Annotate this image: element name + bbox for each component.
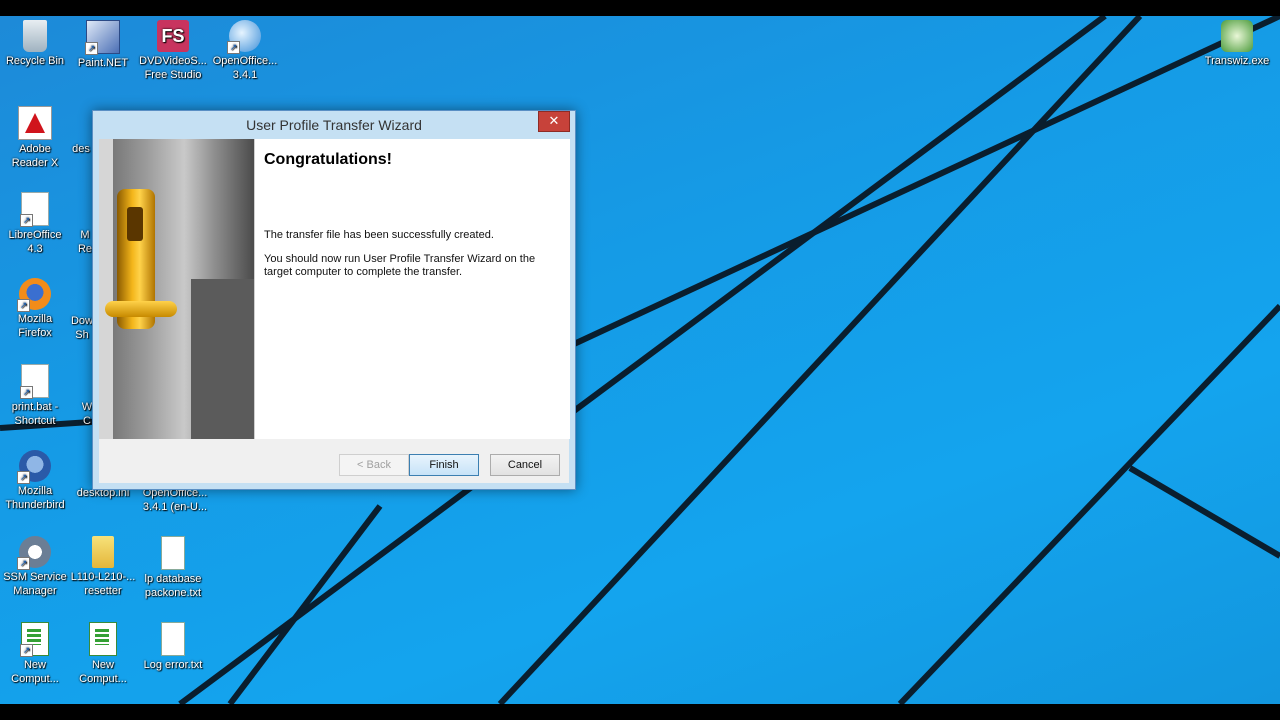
icon-label: Log error.txt xyxy=(143,659,203,671)
icon-label: Transwiz.exe xyxy=(1204,55,1270,67)
desktop-icon-lp-database[interactable]: lp database packone.txt xyxy=(138,536,208,600)
door-handle-lever xyxy=(105,301,177,317)
desktop-icon-adobe-reader[interactable]: Adobe Reader X xyxy=(0,106,70,170)
spreadsheet-icon xyxy=(89,622,117,656)
recycle-bin-icon xyxy=(23,20,47,52)
icon-label: Paint.NET xyxy=(77,57,129,69)
dialog-client-area: Congratulations! The transfer file has b… xyxy=(99,139,570,483)
openoffice-icon xyxy=(227,20,261,54)
desktop-icon-thunderbird[interactable]: Mozilla Thunderbird xyxy=(0,450,70,512)
paint-net-icon xyxy=(85,20,120,55)
door-background xyxy=(191,279,254,439)
icon-label: New Comput... xyxy=(79,659,127,685)
icon-label: Mozilla Firefox xyxy=(17,313,53,339)
desktop-icon-ssm-service-manager[interactable]: SSM Service Manager xyxy=(0,536,70,598)
icon-label: SSM Service Manager xyxy=(3,571,67,597)
desktop-icon-transwiz[interactable]: Transwiz.exe xyxy=(1202,20,1272,68)
icon-label: L110-L210-... resetter xyxy=(70,571,136,597)
icon-label: Recycle Bin xyxy=(5,55,65,67)
libreoffice-icon xyxy=(20,192,49,227)
close-button[interactable]: ✕ xyxy=(538,111,570,132)
firefox-icon xyxy=(17,278,51,312)
desktop: Recycle Bin Paint.NET FS DVDVideoS... Fr… xyxy=(0,16,1280,704)
back-button[interactable]: < Back xyxy=(339,454,409,476)
desktop-icon-resetter-folder[interactable]: L110-L210-... resetter xyxy=(68,536,138,598)
icon-label: OpenOffice... 3.4.1 xyxy=(212,55,278,81)
gear-icon xyxy=(17,536,51,570)
cancel-button[interactable]: Cancel xyxy=(490,454,560,476)
instruction-message: You should now run User Profile Transfer… xyxy=(264,253,536,278)
desktop-icon-libreoffice[interactable]: LibreOffice 4.3 xyxy=(0,192,70,256)
spreadsheet-icon xyxy=(20,622,49,657)
icon-label: DVDVideoS... Free Studio xyxy=(139,55,207,81)
icon-label: LibreOffice 4.3 xyxy=(8,229,62,255)
desktop-icon-log-error[interactable]: Log error.txt xyxy=(138,622,208,672)
icon-label: OpenOffice... 3.4.1 (en-U... xyxy=(142,487,208,513)
desktop-icon-new-computer-2[interactable]: New Comput... xyxy=(68,622,138,686)
desktop-icon-recycle-bin[interactable]: Recycle Bin xyxy=(0,20,70,68)
desktop-icon-firefox[interactable]: Mozilla Firefox xyxy=(0,278,70,340)
wizard-dialog: User Profile Transfer Wizard ✕ Congratul… xyxy=(92,110,576,490)
icon-label: print.bat - Shortcut xyxy=(11,401,59,427)
wizard-content-panel: Congratulations! The transfer file has b… xyxy=(254,139,570,439)
batch-file-icon xyxy=(20,364,49,399)
text-file-icon xyxy=(161,536,185,570)
success-message: The transfer file has been successfully … xyxy=(264,229,494,241)
text-file-icon xyxy=(161,622,185,656)
desktop-icon-paint-net[interactable]: Paint.NET xyxy=(68,20,138,70)
folder-icon xyxy=(92,536,114,568)
icon-label: Adobe Reader X xyxy=(11,143,59,169)
thunderbird-icon xyxy=(17,450,51,484)
free-studio-icon: FS xyxy=(157,20,189,52)
desktop-icon-dvdvideosoft[interactable]: FS DVDVideoS... Free Studio xyxy=(138,20,208,82)
adobe-reader-icon xyxy=(18,106,52,140)
icon-label: Mozilla Thunderbird xyxy=(5,485,65,511)
door-frame xyxy=(99,139,113,439)
wizard-side-image xyxy=(99,139,254,439)
title-bar[interactable]: User Profile Transfer Wizard ✕ xyxy=(93,111,575,139)
page-heading: Congratulations! xyxy=(264,151,392,168)
desktop-icon-new-computer-1[interactable]: New Comput... xyxy=(0,622,70,686)
desktop-icon-print-bat[interactable]: print.bat - Shortcut xyxy=(0,364,70,428)
desktop-icon-openoffice[interactable]: OpenOffice... 3.4.1 xyxy=(210,20,280,82)
door-handle-slot xyxy=(127,207,143,241)
icon-label: New Comput... xyxy=(11,659,59,685)
transwiz-icon xyxy=(1221,20,1253,52)
finish-button[interactable]: Finish xyxy=(409,454,479,476)
icon-label: lp database packone.txt xyxy=(144,573,202,599)
window-title: User Profile Transfer Wizard xyxy=(246,117,422,133)
desktop-icon-openoffice-en[interactable]: OpenOffice... 3.4.1 (en-U... xyxy=(138,486,212,514)
